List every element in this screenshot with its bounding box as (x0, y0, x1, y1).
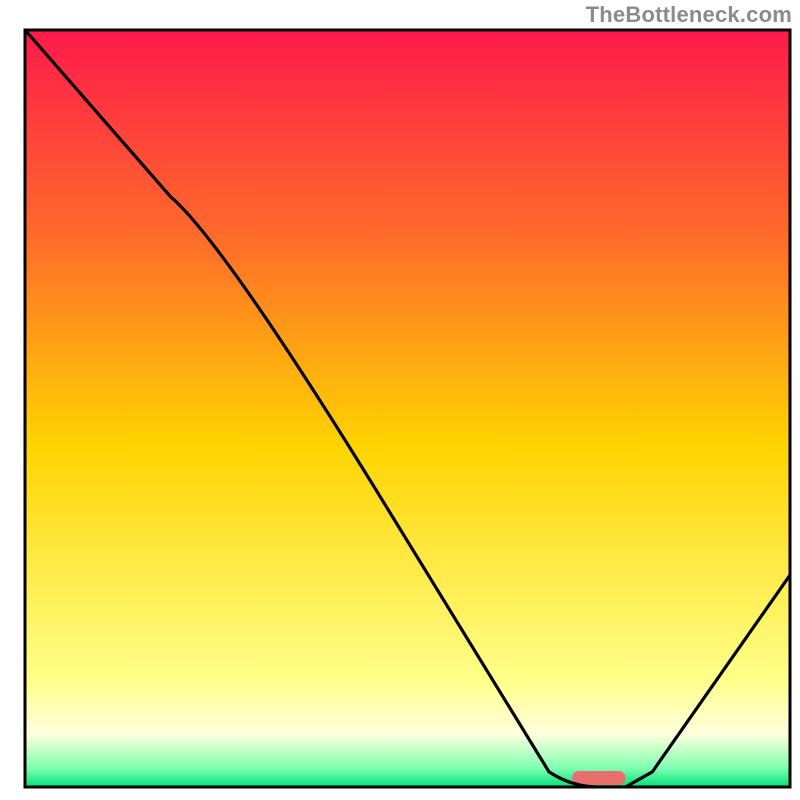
bottleneck-chart (0, 0, 800, 800)
watermark-text: TheBottleneck.com (586, 2, 792, 28)
marker-pill (572, 771, 626, 785)
gradient-background (25, 30, 790, 787)
